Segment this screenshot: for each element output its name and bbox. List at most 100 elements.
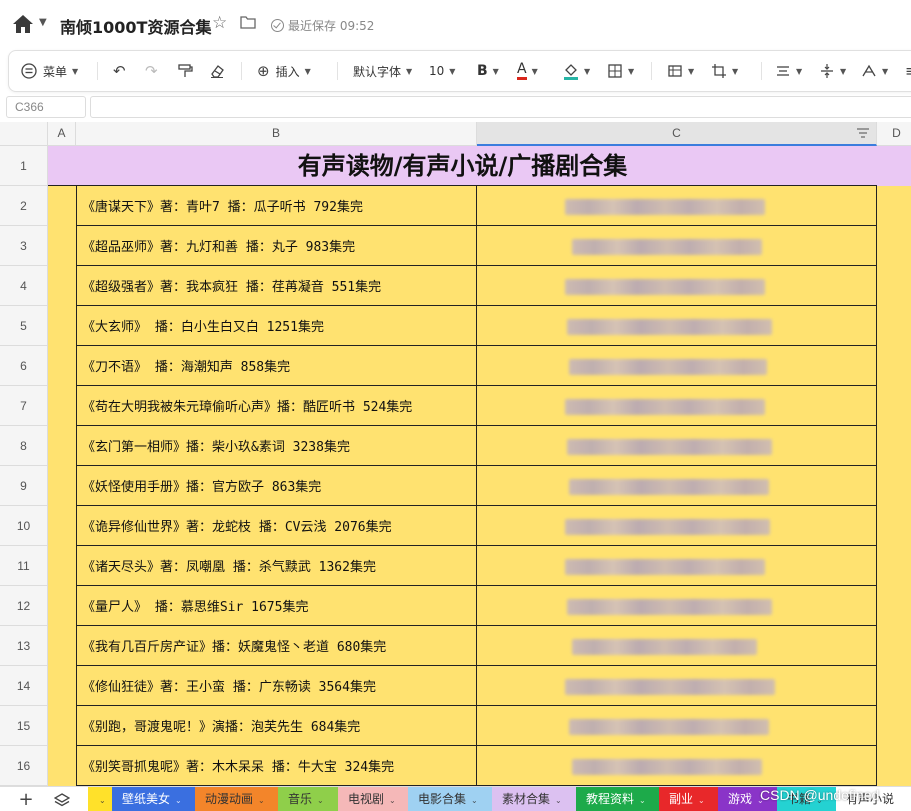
- sheet-tab[interactable]: ⌄: [88, 787, 112, 811]
- cell-b-title[interactable]: 《诸天尽头》著：凤嘲凰 播：杀气黩武 1362集完: [76, 546, 477, 586]
- cell-d[interactable]: [877, 506, 911, 546]
- cell-d[interactable]: [877, 626, 911, 666]
- star-icon[interactable]: ☆: [212, 13, 227, 33]
- row-header[interactable]: 14: [0, 666, 48, 706]
- font-family-select[interactable]: 默认字体 ▼: [353, 51, 412, 91]
- cell-d[interactable]: [877, 426, 911, 466]
- cell-b-title[interactable]: 《大玄师》 播：白小生白又白 1251集完: [76, 306, 477, 346]
- redo-button[interactable]: ↷: [145, 51, 158, 91]
- row-header[interactable]: 12: [0, 586, 48, 626]
- row-header[interactable]: 6: [0, 346, 48, 386]
- cell-d[interactable]: [877, 346, 911, 386]
- cell-b-title[interactable]: 《超品巫师》著：九灯和善 播：丸子 983集完: [76, 226, 477, 266]
- cell-a[interactable]: [48, 306, 76, 346]
- formula-input[interactable]: [90, 96, 911, 118]
- row-header[interactable]: 2: [0, 186, 48, 226]
- cell-c-link[interactable]: [477, 306, 877, 346]
- row-header[interactable]: 5: [0, 306, 48, 346]
- column-header-c[interactable]: C: [477, 122, 877, 146]
- column-header-d[interactable]: D: [877, 122, 911, 146]
- merge-cells-button[interactable]: ▼: [711, 51, 738, 91]
- cell-b-title[interactable]: 《超级强者》著：我本疯狂 播：荏苒凝音 551集完: [76, 266, 477, 306]
- cell-d[interactable]: [877, 586, 911, 626]
- sheet-list-button[interactable]: [50, 787, 74, 811]
- cell-d[interactable]: [877, 546, 911, 586]
- cell-c-link[interactable]: [477, 466, 877, 506]
- menu-button[interactable]: 菜单 ▼: [21, 51, 78, 91]
- cell-c-link[interactable]: [477, 746, 877, 786]
- row-header[interactable]: 9: [0, 466, 48, 506]
- cell-b-title[interactable]: 《妖怪使用手册》播：官方欧子 863集完: [76, 466, 477, 506]
- cell-c-link[interactable]: [477, 186, 877, 226]
- cell-d[interactable]: [877, 746, 911, 786]
- add-sheet-button[interactable]: +: [14, 787, 38, 811]
- row-header[interactable]: 3: [0, 226, 48, 266]
- cell-d[interactable]: [877, 186, 911, 226]
- border-button[interactable]: ▼: [607, 51, 634, 91]
- bold-button[interactable]: B ▼: [477, 51, 499, 91]
- cell-b-title[interactable]: 《修仙狂徒》著：王小蛮 播：广东畅读 3564集完: [76, 666, 477, 706]
- cell-a[interactable]: [48, 706, 76, 746]
- sheet-tab[interactable]: 壁纸美女 ⌄: [112, 787, 195, 811]
- vertical-align-button[interactable]: ▼: [819, 51, 846, 91]
- cell-b-title[interactable]: 《我有几百斤房产证》播：妖魔鬼怪丶老道 680集完: [76, 626, 477, 666]
- cell-a[interactable]: [48, 626, 76, 666]
- cell-a[interactable]: [48, 266, 76, 306]
- font-color-button[interactable]: A ▼: [517, 51, 538, 91]
- cell-c-link[interactable]: [477, 586, 877, 626]
- cell-b-title[interactable]: 《玄门第一相师》播：柴小玖&素词 3238集完: [76, 426, 477, 466]
- cell-b-title[interactable]: 《苟在大明我被朱元璋偷听心声》播：酷匠听书 524集完: [76, 386, 477, 426]
- sheet-tab[interactable]: 素材合集 ⌄: [492, 787, 576, 811]
- folder-icon[interactable]: [240, 15, 256, 29]
- cell-d[interactable]: [877, 306, 911, 346]
- more-button[interactable]: ≡: [905, 51, 911, 91]
- sheet-tab[interactable]: 电影合集 ⌄: [408, 787, 492, 811]
- row-header[interactable]: 4: [0, 266, 48, 306]
- filter-icon[interactable]: [856, 127, 870, 139]
- cell-c-link[interactable]: [477, 666, 877, 706]
- cell-d[interactable]: [877, 466, 911, 506]
- horizontal-align-button[interactable]: ▼: [775, 51, 802, 91]
- row-header[interactable]: 7: [0, 386, 48, 426]
- sheet-tab[interactable]: 电视剧 ⌄: [338, 787, 408, 811]
- sheet-tab[interactable]: 音乐 ⌄: [278, 787, 338, 811]
- cell-c-link[interactable]: [477, 546, 877, 586]
- cell-d[interactable]: [877, 706, 911, 746]
- select-all-corner[interactable]: [0, 122, 48, 146]
- row-header[interactable]: 15: [0, 706, 48, 746]
- format-painter-button[interactable]: [177, 51, 193, 91]
- cell-a[interactable]: [48, 186, 76, 226]
- cell-c-link[interactable]: [477, 426, 877, 466]
- cell-c-link[interactable]: [477, 626, 877, 666]
- cell-a[interactable]: [48, 746, 76, 786]
- row-header[interactable]: 13: [0, 626, 48, 666]
- text-rotate-button[interactable]: ▼: [861, 51, 888, 91]
- cell-c-link[interactable]: [477, 226, 877, 266]
- cell-b-title[interactable]: 《刀不语》 播：海潮知声 858集完: [76, 346, 477, 386]
- cell-c-link[interactable]: [477, 346, 877, 386]
- row-header-1[interactable]: 1: [0, 146, 48, 186]
- cell-format-button[interactable]: ▼: [667, 51, 694, 91]
- cell-a[interactable]: [48, 506, 76, 546]
- cell-c-link[interactable]: [477, 706, 877, 746]
- cell-a[interactable]: [48, 586, 76, 626]
- cell-a[interactable]: [48, 466, 76, 506]
- cell-c-link[interactable]: [477, 506, 877, 546]
- cell-b-title[interactable]: 《诡异修仙世界》著：龙蛇枝 播：CV云浅 2076集完: [76, 506, 477, 546]
- cell-reference-box[interactable]: C366: [6, 96, 86, 118]
- cell-a[interactable]: [48, 346, 76, 386]
- row-header[interactable]: 16: [0, 746, 48, 786]
- sheet-title-cell[interactable]: 有声读物/有声小说/广播剧合集: [48, 146, 877, 186]
- cell-b-title[interactable]: 《别跑，哥渡鬼呢！》演播：泡芙先生 684集完: [76, 706, 477, 746]
- cell-d[interactable]: [877, 386, 911, 426]
- row-header[interactable]: 10: [0, 506, 48, 546]
- cell-b-title[interactable]: 《量尸人》 播：慕思维Sir 1675集完: [76, 586, 477, 626]
- cell-c-link[interactable]: [477, 386, 877, 426]
- chevron-down-icon[interactable]: ▼: [39, 17, 47, 28]
- row-header[interactable]: 11: [0, 546, 48, 586]
- column-header-a[interactable]: A: [48, 122, 76, 146]
- cell-c-link[interactable]: [477, 266, 877, 306]
- cell-a[interactable]: [48, 666, 76, 706]
- fill-color-button[interactable]: ▼: [563, 51, 590, 91]
- cell-b-title[interactable]: 《别笑哥抓鬼呢》著：木木呆呆 播：牛大宝 324集完: [76, 746, 477, 786]
